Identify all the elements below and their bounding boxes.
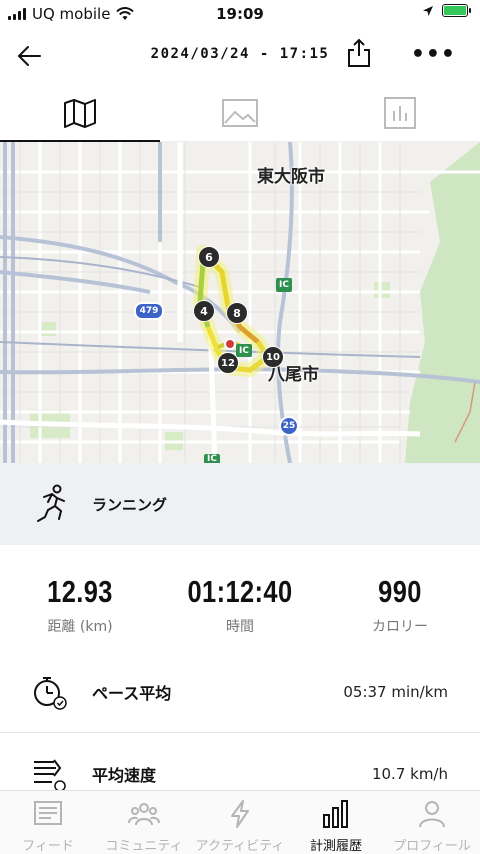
km-marker: 12 <box>217 352 239 374</box>
detail-value-speed: 10.7 km/h <box>371 765 448 783</box>
interchange-badge: IC <box>204 454 220 463</box>
status-time: 19:09 <box>216 5 264 23</box>
share-icon[interactable] <box>346 38 372 68</box>
calories-value: 990 <box>378 574 422 609</box>
detail-name-pace: ペース平均 <box>92 684 172 703</box>
nav-profile[interactable]: プロフィール <box>384 791 480 854</box>
duration-label: 時間 <box>226 619 254 635</box>
divider <box>0 732 480 733</box>
km-marker: 4 <box>193 300 215 322</box>
route-map[interactable]: 東大阪市 八尾市 479 25 IC IC IC 6 4 8 12 10 <box>0 142 480 463</box>
tab-map[interactable] <box>0 84 160 142</box>
activity-date-title: 2024/03/24 - 17:15 <box>150 46 330 62</box>
running-icon <box>37 484 65 522</box>
nav-label-history: 計測履歴 <box>309 839 362 854</box>
tab-charts[interactable] <box>320 84 480 141</box>
detail-value-pace: 05:37 min/km <box>343 683 448 701</box>
stat-duration: 01:12:40 時間 <box>160 574 320 636</box>
image-icon <box>222 98 258 127</box>
detail-name-speed: 平均速度 <box>92 766 157 785</box>
speed-icon <box>34 759 66 792</box>
tab-photos[interactable] <box>160 84 320 141</box>
detail-row-pace: ペース平均 05:37 min/km <box>0 662 480 722</box>
bottom-nav: フィード コミュニティ アクティビティ 計測履歴 プロフィール <box>0 790 480 854</box>
lightning-icon <box>231 800 249 828</box>
stat-distance: 12.93 距離 (km) <box>0 574 160 636</box>
stat-calories: 990 カロリー <box>320 574 480 636</box>
status-bar: UQ mobile 19:09 <box>0 0 480 28</box>
map-label-higashiosaka: 東大阪市 <box>257 167 325 187</box>
profile-icon <box>419 801 445 828</box>
bar-chart-icon <box>323 800 348 828</box>
nav-label-activity: アクティビティ <box>195 839 285 854</box>
distance-label: 距離 (km) <box>47 619 113 635</box>
nav-activity[interactable]: アクティビティ <box>192 791 288 854</box>
location-arrow-icon <box>423 5 433 16</box>
nav-label-feed: フィード <box>22 839 74 854</box>
feed-icon <box>34 801 62 825</box>
duration-value: 01:12:40 <box>187 574 293 609</box>
distance-value: 12.93 <box>47 574 113 609</box>
chart-icon <box>384 96 416 129</box>
activity-type-row: ランニング <box>0 463 480 545</box>
calories-label: カロリー <box>372 619 428 635</box>
view-tabs <box>0 84 480 142</box>
top-bar: 2024/03/24 - 17:15 ••• <box>0 28 480 84</box>
nav-label-community: コミュニティ <box>105 839 183 854</box>
interchange-badge: IC <box>236 344 252 357</box>
route-shield-25: 25 <box>279 416 299 436</box>
more-options-icon[interactable]: ••• <box>411 42 456 67</box>
nav-history[interactable]: 計測履歴 <box>288 791 384 854</box>
km-marker: 8 <box>226 302 248 324</box>
stopwatch-icon <box>34 677 67 710</box>
km-marker: 10 <box>262 346 284 368</box>
route-shield-479: 479 <box>134 302 164 320</box>
start-point-marker <box>224 338 236 350</box>
activity-type-label: ランニング <box>92 495 168 514</box>
nav-community[interactable]: コミュニティ <box>96 791 192 854</box>
battery-icon <box>442 4 471 17</box>
community-icon <box>128 803 160 826</box>
summary-stats: 12.93 距離 (km) 01:12:40 時間 990 カロリー <box>0 574 480 636</box>
interchange-badge: IC <box>276 278 292 292</box>
nav-feed[interactable]: フィード <box>0 791 96 854</box>
map-icon <box>64 98 96 128</box>
nav-label-profile: プロフィール <box>393 839 471 854</box>
km-marker: 6 <box>198 246 220 268</box>
